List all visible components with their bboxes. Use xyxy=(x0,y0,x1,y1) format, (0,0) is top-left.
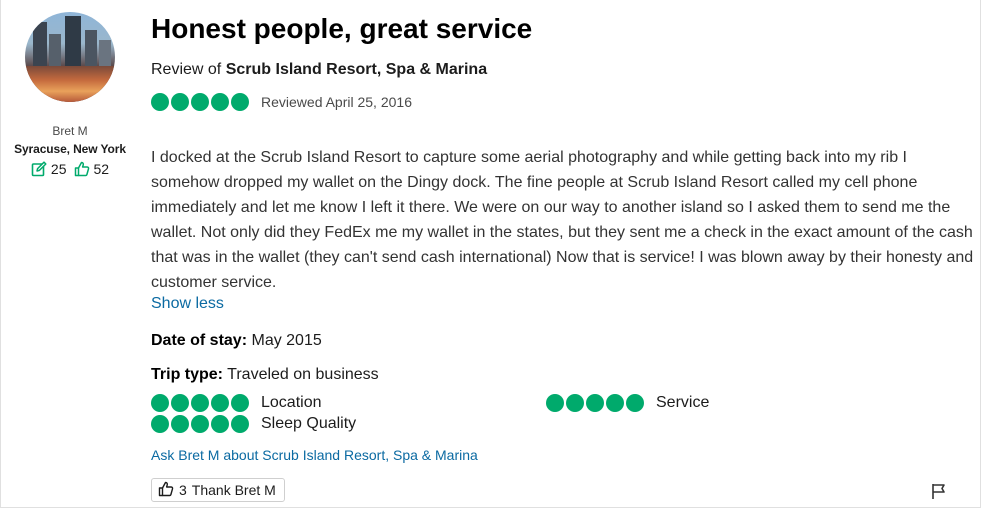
rating-bubble xyxy=(171,394,189,412)
rating-bubble xyxy=(151,394,169,412)
contributions-count: 25 xyxy=(50,161,67,177)
sub-rating-label: Location xyxy=(261,394,322,411)
overall-rating: Reviewed April 25, 2016 xyxy=(151,93,412,111)
trip-type-label: Trip type: xyxy=(151,366,224,383)
review-of: Review of Scrub Island Resort, Spa & Mar… xyxy=(151,61,487,79)
flag-icon[interactable] xyxy=(930,482,948,505)
review-title[interactable]: Honest people, great service xyxy=(151,13,532,45)
reviewer-stats: 25 52 xyxy=(1,161,139,177)
rating-bubble xyxy=(566,394,584,412)
sub-rating-location: Location xyxy=(151,394,322,412)
reviewer-panel: Bret M Syracuse, New York 25 52 xyxy=(1,12,139,177)
rating-bubble xyxy=(211,415,229,433)
date-of-stay: Date of stay: May 2015 xyxy=(151,332,322,350)
reviewed-date: Reviewed April 25, 2016 xyxy=(261,94,412,110)
rating-bubbles xyxy=(151,415,249,433)
rating-bubble xyxy=(211,394,229,412)
sub-rating-label: Sleep Quality xyxy=(261,415,357,432)
trip-type: Trip type: Traveled on business xyxy=(151,366,379,384)
rating-bubble xyxy=(546,394,564,412)
rating-bubbles xyxy=(151,394,249,412)
thumbs-up-icon xyxy=(158,481,174,500)
review-of-prefix: Review of xyxy=(151,61,222,78)
sub-rating-sleep-quality: Sleep Quality xyxy=(151,415,356,433)
rating-bubble xyxy=(151,93,169,111)
rating-bubble xyxy=(586,394,604,412)
thank-count: 3 xyxy=(179,482,187,498)
rating-bubble xyxy=(231,394,249,412)
reviewer-location: Syracuse, New York xyxy=(14,142,126,156)
edit-icon xyxy=(31,161,47,177)
rating-bubble xyxy=(606,394,624,412)
date-of-stay-value: May 2015 xyxy=(251,332,322,349)
rating-bubble xyxy=(211,93,229,111)
rating-bubble xyxy=(626,394,644,412)
sub-rating-label: Service xyxy=(656,394,710,411)
rating-bubbles xyxy=(151,93,249,111)
review-card: Bret M Syracuse, New York 25 52 Honest p… xyxy=(0,0,981,508)
rating-bubble xyxy=(231,93,249,111)
property-name[interactable]: Scrub Island Resort, Spa & Marina xyxy=(226,61,487,78)
rating-bubble xyxy=(151,415,169,433)
thank-button[interactable]: 3 Thank Bret M xyxy=(151,478,285,502)
trip-type-value: Traveled on business xyxy=(227,366,379,383)
rating-bubble xyxy=(171,93,189,111)
thank-label: Thank Bret M xyxy=(191,482,276,498)
rating-bubble xyxy=(231,415,249,433)
rating-bubbles xyxy=(546,394,644,412)
rating-bubble xyxy=(171,415,189,433)
rating-bubble xyxy=(191,415,209,433)
helpful-votes-count: 52 xyxy=(93,161,110,177)
review-body: I docked at the Scrub Island Resort to c… xyxy=(151,149,974,291)
show-less-link[interactable]: Show less xyxy=(151,295,224,313)
reviewer-name[interactable]: Bret M xyxy=(1,124,139,138)
rating-bubble xyxy=(191,93,209,111)
thumbs-up-icon xyxy=(74,161,90,177)
ask-reviewer-link[interactable]: Ask Bret M about Scrub Island Resort, Sp… xyxy=(151,447,478,463)
rating-bubble xyxy=(191,394,209,412)
date-of-stay-label: Date of stay: xyxy=(151,332,248,349)
avatar[interactable] xyxy=(25,12,115,102)
sub-rating-service: Service xyxy=(546,394,709,412)
